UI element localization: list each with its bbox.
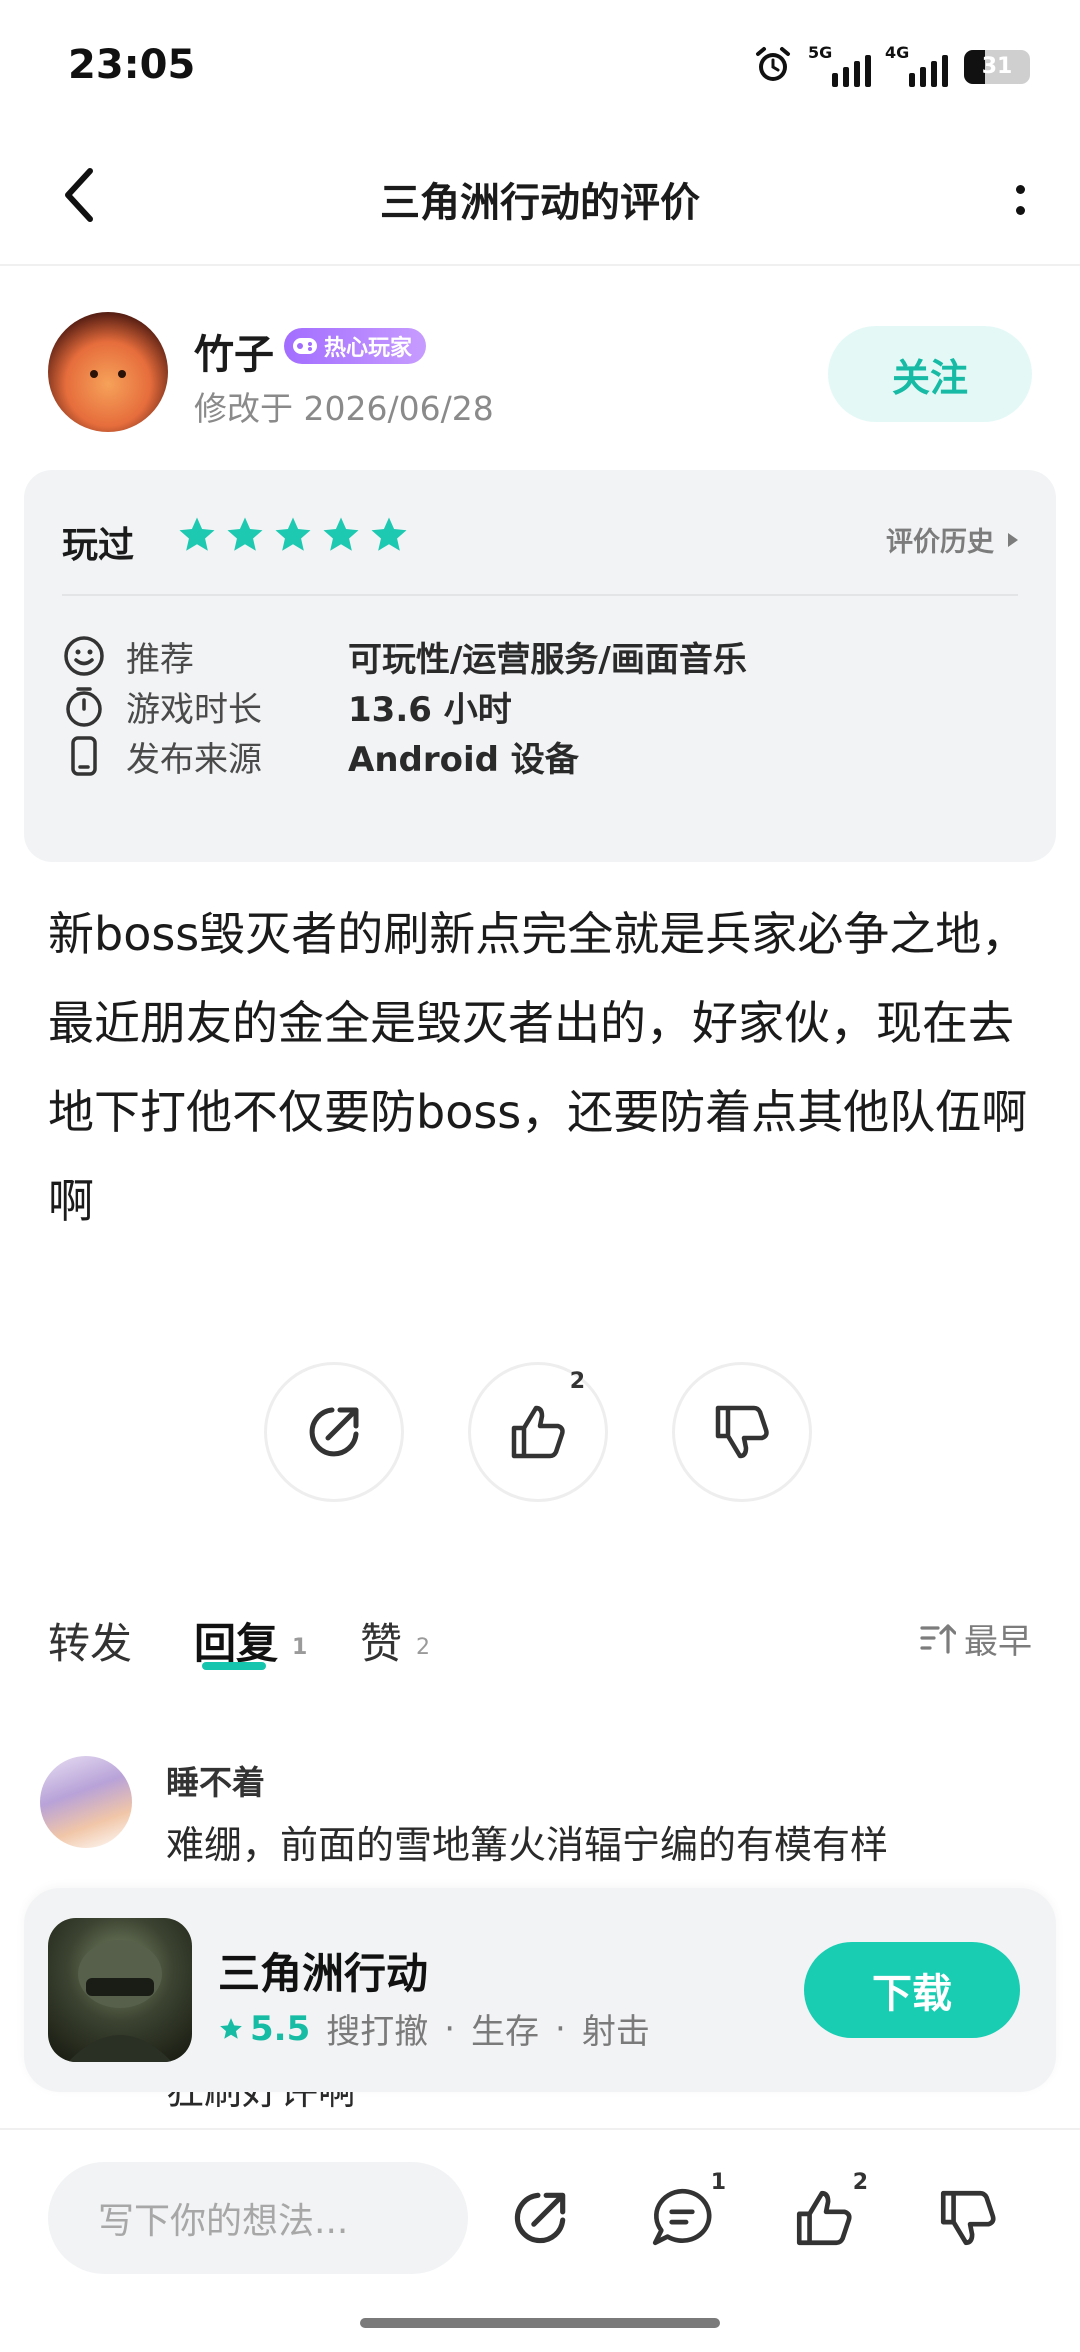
thumbs-down-icon bbox=[940, 2190, 996, 2246]
badge-label: 热心玩家 bbox=[324, 336, 413, 361]
sort-label: 最早 bbox=[964, 1622, 1032, 1662]
review-author: 竹子 热心玩家 修改于 2026/06/28 关注 bbox=[48, 312, 1032, 442]
home-indicator bbox=[360, 2318, 720, 2328]
tab-label: 赞 bbox=[360, 1619, 403, 1668]
reply-line: 难绷，前面的雪地篝火消辐宁编的有模有样 bbox=[166, 1823, 889, 1867]
avatar[interactable] bbox=[48, 312, 168, 432]
info-row-source: 发布来源 Android 设备 bbox=[62, 726, 1018, 786]
comment-input[interactable]: 写下你的想法... bbox=[48, 2162, 468, 2274]
info-value: Android 设备 bbox=[348, 739, 579, 780]
user-badge: 热心玩家 bbox=[284, 328, 427, 364]
active-tab-indicator bbox=[202, 1662, 266, 1670]
review-body: 新boss毁灭者的刷新点完全就是兵家必争之地，最近朋友的金全是毁灭者出的，好家伙… bbox=[48, 907, 1028, 1228]
author-name[interactable]: 竹子 bbox=[194, 322, 274, 380]
signal-4g-icon: 4G bbox=[885, 43, 948, 87]
tab-likes[interactable]: 赞2 bbox=[360, 1610, 430, 1671]
status-icons: 5G 4G 31 bbox=[752, 43, 1030, 90]
like-button[interactable]: 2 bbox=[468, 1362, 608, 1502]
star-icon bbox=[371, 517, 407, 551]
game-meta: 5.5 搜打撤 · 生存 · 射击 bbox=[218, 2004, 650, 2053]
share-button[interactable] bbox=[500, 2178, 580, 2258]
tab-count: 2 bbox=[416, 1635, 431, 1660]
gamepad-icon bbox=[293, 338, 317, 354]
share-icon bbox=[309, 1407, 359, 1457]
battery-icon: 31 bbox=[964, 50, 1030, 84]
tab-label: 回复 bbox=[194, 1619, 279, 1668]
signal-5g-icon: 5G bbox=[808, 43, 871, 87]
info-label: 推荐 bbox=[126, 639, 194, 680]
review-date: 修改于 2026/06/28 bbox=[194, 389, 494, 428]
smile-icon bbox=[62, 634, 106, 678]
star-icon bbox=[227, 517, 263, 551]
more-options-button[interactable] bbox=[1000, 170, 1040, 230]
thumbs-up-icon bbox=[511, 1405, 565, 1459]
game-score-value: 5.5 bbox=[250, 2008, 311, 2049]
sort-icon bbox=[920, 1623, 956, 1654]
game-card[interactable]: 三角洲行动 5.5 搜打撤 · 生存 · 射击 下载 bbox=[24, 1888, 1056, 2092]
game-icon bbox=[48, 1918, 192, 2062]
page-title: 三角洲行动的评价 bbox=[380, 180, 700, 226]
star-icon bbox=[220, 2017, 242, 2039]
star-rating bbox=[176, 514, 410, 556]
star-icon bbox=[275, 517, 311, 551]
avatar[interactable] bbox=[40, 1756, 132, 1848]
divider bbox=[62, 594, 1018, 596]
review-actions: 2 bbox=[264, 1362, 812, 1502]
share-button[interactable] bbox=[264, 1362, 404, 1502]
thumbs-down-icon bbox=[715, 1405, 769, 1459]
game-tag: 射击 bbox=[581, 2012, 650, 2052]
like-count: 2 bbox=[852, 2170, 868, 2195]
game-tag: 搜打撤 bbox=[326, 2012, 429, 2052]
status-time: 23:05 bbox=[68, 42, 196, 88]
game-score: 5.5 bbox=[218, 2009, 310, 2049]
tab-replies[interactable]: 回复 1 bbox=[194, 1610, 307, 1671]
app-header: 三角洲行动的评价 bbox=[0, 130, 1080, 266]
tag-separator: · bbox=[444, 2008, 456, 2049]
info-label: 发布来源 bbox=[126, 739, 262, 780]
comment-button[interactable]: 1 bbox=[642, 2170, 726, 2258]
tab-repost[interactable]: 转发 bbox=[48, 1610, 132, 1671]
share-icon bbox=[514, 2192, 566, 2244]
dislike-button[interactable] bbox=[928, 2178, 1008, 2258]
game-title: 三角洲行动 bbox=[218, 1949, 429, 1998]
stopwatch-icon bbox=[62, 684, 106, 728]
star-icon bbox=[323, 517, 359, 551]
alarm-icon bbox=[752, 44, 794, 90]
rating-card: 玩过 评价历史 推荐 可玩性/运营服务/画面音乐 游戏时长 13.6 小时 发布… bbox=[24, 470, 1056, 862]
thumbs-up-icon bbox=[796, 2190, 852, 2246]
tab-label: 转发 bbox=[48, 1619, 133, 1668]
tag-separator: · bbox=[555, 2008, 566, 2049]
dislike-button[interactable] bbox=[672, 1362, 812, 1502]
download-button[interactable]: 下载 bbox=[804, 1942, 1020, 2038]
game-tag: 生存 bbox=[471, 2012, 540, 2052]
info-value: 可玩性/运营服务/画面音乐 bbox=[348, 639, 747, 680]
status-bar: 23:05 5G 4G 31 bbox=[0, 0, 1080, 130]
sort-button[interactable]: 最早 bbox=[920, 1614, 1032, 1663]
like-count: 2 bbox=[569, 1369, 585, 1394]
star-icon bbox=[179, 517, 215, 551]
interaction-tabs: 转发 回复 1 赞2 最早 bbox=[48, 1610, 1032, 1690]
comment-count: 1 bbox=[710, 2170, 726, 2195]
comment-icon bbox=[652, 2188, 712, 2246]
tab-count: 1 bbox=[292, 1635, 308, 1660]
info-label: 游戏时长 bbox=[126, 689, 262, 730]
triangle-right-icon bbox=[1008, 532, 1018, 547]
played-label: 玩过 bbox=[62, 525, 135, 566]
info-value: 13.6 小时 bbox=[348, 689, 512, 730]
follow-button[interactable]: 关注 bbox=[828, 326, 1032, 422]
rating-history-label: 评价历史 bbox=[886, 527, 994, 558]
rating-history-link[interactable]: 评价历史 bbox=[886, 520, 1020, 559]
phone-icon bbox=[62, 734, 106, 778]
like-button[interactable]: 2 bbox=[784, 2170, 868, 2258]
reply-author-name[interactable]: 睡不着 bbox=[166, 1756, 265, 1804]
